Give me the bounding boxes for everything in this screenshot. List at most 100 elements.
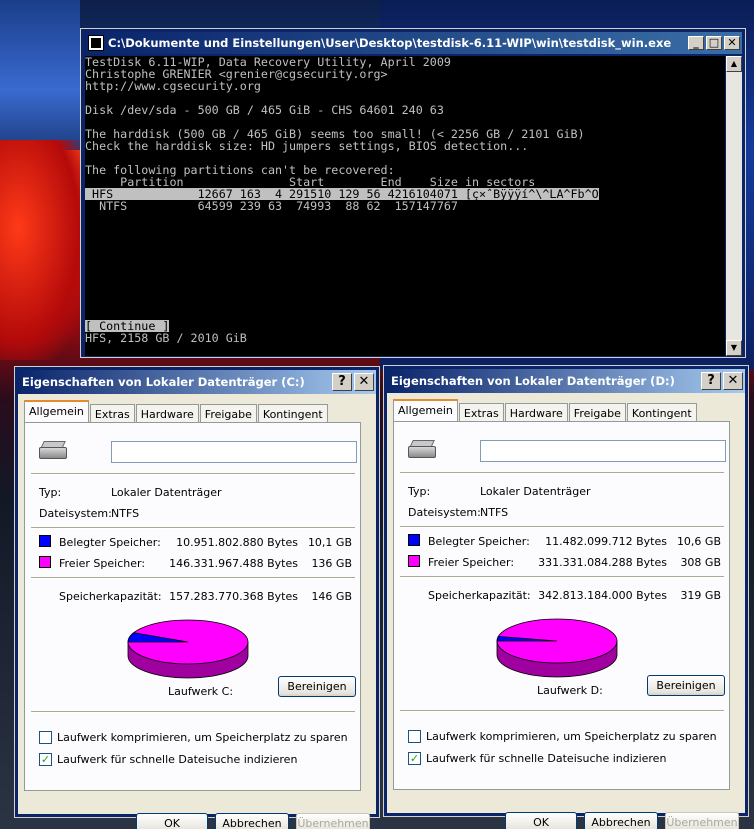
- properties-dialog-d: Eigenschaften von Lokaler Datenträger (D…: [383, 365, 749, 829]
- partition-row[interactable]: NTFS 64599 239 63 74993 88 62 157147767: [85, 200, 725, 212]
- properties-dialog-c: Eigenschaften von Lokaler Datenträger (C…: [14, 366, 380, 829]
- cancel-button[interactable]: Abbrechen: [215, 813, 289, 829]
- wallpaper-glow: [0, 140, 90, 360]
- dialog-title: Eigenschaften von Lokaler Datenträger (D…: [391, 374, 675, 388]
- dialog-body: Allgemein Extras Hardware Freigabe Konti…: [387, 393, 745, 829]
- volume-name-input[interactable]: [111, 441, 357, 463]
- console-scrollbar[interactable]: ▲ ▼: [726, 56, 742, 356]
- tab-extras[interactable]: Extras: [89, 404, 135, 422]
- used-label: Belegter Speicher:: [428, 535, 530, 548]
- console-line: Check the harddisk size: HD jumpers sett…: [85, 139, 529, 153]
- dialog-titlebar[interactable]: Eigenschaften von Lokaler Datenträger (C…: [18, 370, 376, 394]
- type-label: Typ:: [39, 486, 62, 499]
- tab-freigabe[interactable]: Freigabe: [199, 404, 257, 422]
- tab-hardware[interactable]: Hardware: [135, 404, 199, 422]
- divider: [31, 527, 355, 529]
- wallpaper-sky: [0, 0, 80, 150]
- index-checkbox[interactable]: ✓: [408, 752, 421, 765]
- used-bytes: 11.482.099.712 Bytes: [545, 535, 667, 548]
- free-label: Freier Speicher:: [59, 557, 146, 570]
- tab-kontingent[interactable]: Kontingent: [626, 403, 697, 421]
- console-status: HFS, 2158 GB / 2010 GiB: [85, 331, 247, 345]
- ok-button[interactable]: OK: [136, 813, 208, 829]
- type-value: Lokaler Datenträger: [480, 485, 591, 498]
- console-title: C:\Dokumente und Einstellungen\User\Desk…: [108, 36, 672, 50]
- dialog-close-button[interactable]: ✕: [354, 373, 374, 391]
- divider: [400, 576, 724, 578]
- volume-name-input[interactable]: [480, 440, 726, 462]
- divider: [31, 711, 355, 713]
- disk-usage-pie: [127, 619, 249, 679]
- divider: [400, 472, 724, 474]
- maximize-button[interactable]: □: [706, 36, 722, 50]
- used-gb: 10,1 GB: [307, 536, 352, 549]
- compress-label[interactable]: Laufwerk komprimieren, um Speicherplatz …: [57, 731, 348, 744]
- capacity-bytes: 342.813.184.000 Bytes: [538, 589, 667, 602]
- close-button[interactable]: ✕: [724, 36, 740, 50]
- dialog-close-button[interactable]: ✕: [723, 372, 743, 390]
- filesystem-value: NTFS: [111, 507, 140, 520]
- help-button[interactable]: ?: [701, 372, 721, 390]
- filesystem-value: NTFS: [480, 506, 509, 519]
- dialog-body: Allgemein Extras Hardware Freigabe Konti…: [18, 394, 376, 829]
- disk-usage-pie: [496, 618, 618, 678]
- apply-button[interactable]: Übernehmen: [665, 812, 739, 829]
- capacity-gb: 319 GB: [680, 589, 721, 602]
- free-label: Freier Speicher:: [428, 556, 515, 569]
- minimize-button[interactable]: _: [688, 36, 704, 50]
- console-titlebar[interactable]: C:\Dokumente und Einstellungen\User\Desk…: [84, 32, 742, 54]
- divider: [31, 473, 355, 475]
- type-value: Lokaler Datenträger: [111, 486, 222, 499]
- testdisk-console-window: C:\Dokumente und Einstellungen\User\Desk…: [80, 28, 746, 358]
- console-line: http://www.cgsecurity.org: [85, 79, 261, 93]
- tab-hardware[interactable]: Hardware: [504, 403, 568, 421]
- tab-extras[interactable]: Extras: [458, 403, 504, 421]
- dialog-title: Eigenschaften von Lokaler Datenträger (C…: [22, 375, 305, 389]
- divider: [400, 710, 724, 712]
- cleanup-button[interactable]: Bereinigen: [647, 675, 725, 696]
- free-gb: 308 GB: [680, 556, 721, 569]
- capacity-label: Speicherkapazität:: [428, 589, 531, 602]
- compress-checkbox[interactable]: [408, 730, 421, 743]
- tab-kontingent[interactable]: Kontingent: [257, 404, 328, 422]
- scroll-up-icon[interactable]: ▲: [726, 56, 742, 72]
- free-swatch: [39, 556, 51, 568]
- free-swatch: [408, 555, 420, 567]
- scroll-down-icon[interactable]: ▼: [726, 340, 742, 356]
- used-gb: 10,6 GB: [676, 535, 721, 548]
- used-swatch: [39, 535, 51, 547]
- console-app-icon[interactable]: [88, 35, 104, 51]
- tab-allgemein[interactable]: Allgemein: [393, 399, 458, 421]
- index-label[interactable]: Laufwerk für schnelle Dateisuche indizie…: [426, 752, 666, 765]
- capacity-bytes: 157.283.770.368 Bytes: [169, 590, 298, 603]
- index-label[interactable]: Laufwerk für schnelle Dateisuche indizie…: [57, 753, 297, 766]
- tab-allgemein[interactable]: Allgemein: [24, 400, 89, 422]
- used-label: Belegter Speicher:: [59, 536, 161, 549]
- dialog-titlebar[interactable]: Eigenschaften von Lokaler Datenträger (D…: [387, 369, 745, 393]
- divider: [400, 526, 724, 528]
- cleanup-button[interactable]: Bereinigen: [278, 676, 356, 697]
- console-line: Disk /dev/sda - 500 GB / 465 GiB - CHS 6…: [85, 103, 444, 117]
- type-label: Typ:: [408, 485, 431, 498]
- free-gb: 136 GB: [311, 557, 352, 570]
- index-checkbox[interactable]: ✓: [39, 753, 52, 766]
- general-panel: Typ: Lokaler Datenträger Dateisystem: NT…: [393, 421, 730, 790]
- compress-checkbox[interactable]: [39, 731, 52, 744]
- ok-button[interactable]: OK: [505, 812, 577, 829]
- general-panel: Typ: Lokaler Datenträger Dateisystem: NT…: [24, 422, 361, 791]
- capacity-gb: 146 GB: [311, 590, 352, 603]
- tab-strip: Allgemein Extras Hardware Freigabe Konti…: [393, 399, 698, 421]
- capacity-label: Speicherkapazität:: [59, 590, 162, 603]
- cancel-button[interactable]: Abbrechen: [584, 812, 658, 829]
- filesystem-label: Dateisystem:: [39, 507, 112, 520]
- apply-button[interactable]: Übernehmen: [296, 813, 370, 829]
- free-bytes: 331.331.084.288 Bytes: [538, 556, 667, 569]
- used-bytes: 10.951.802.880 Bytes: [176, 536, 298, 549]
- hard-drive-icon: [39, 441, 69, 461]
- console-output[interactable]: TestDisk 6.11-WIP, Data Recovery Utility…: [85, 56, 725, 356]
- tab-strip: Allgemein Extras Hardware Freigabe Konti…: [24, 400, 329, 422]
- tab-freigabe[interactable]: Freigabe: [568, 403, 626, 421]
- hard-drive-icon: [408, 440, 438, 460]
- compress-label[interactable]: Laufwerk komprimieren, um Speicherplatz …: [426, 730, 717, 743]
- help-button[interactable]: ?: [332, 373, 352, 391]
